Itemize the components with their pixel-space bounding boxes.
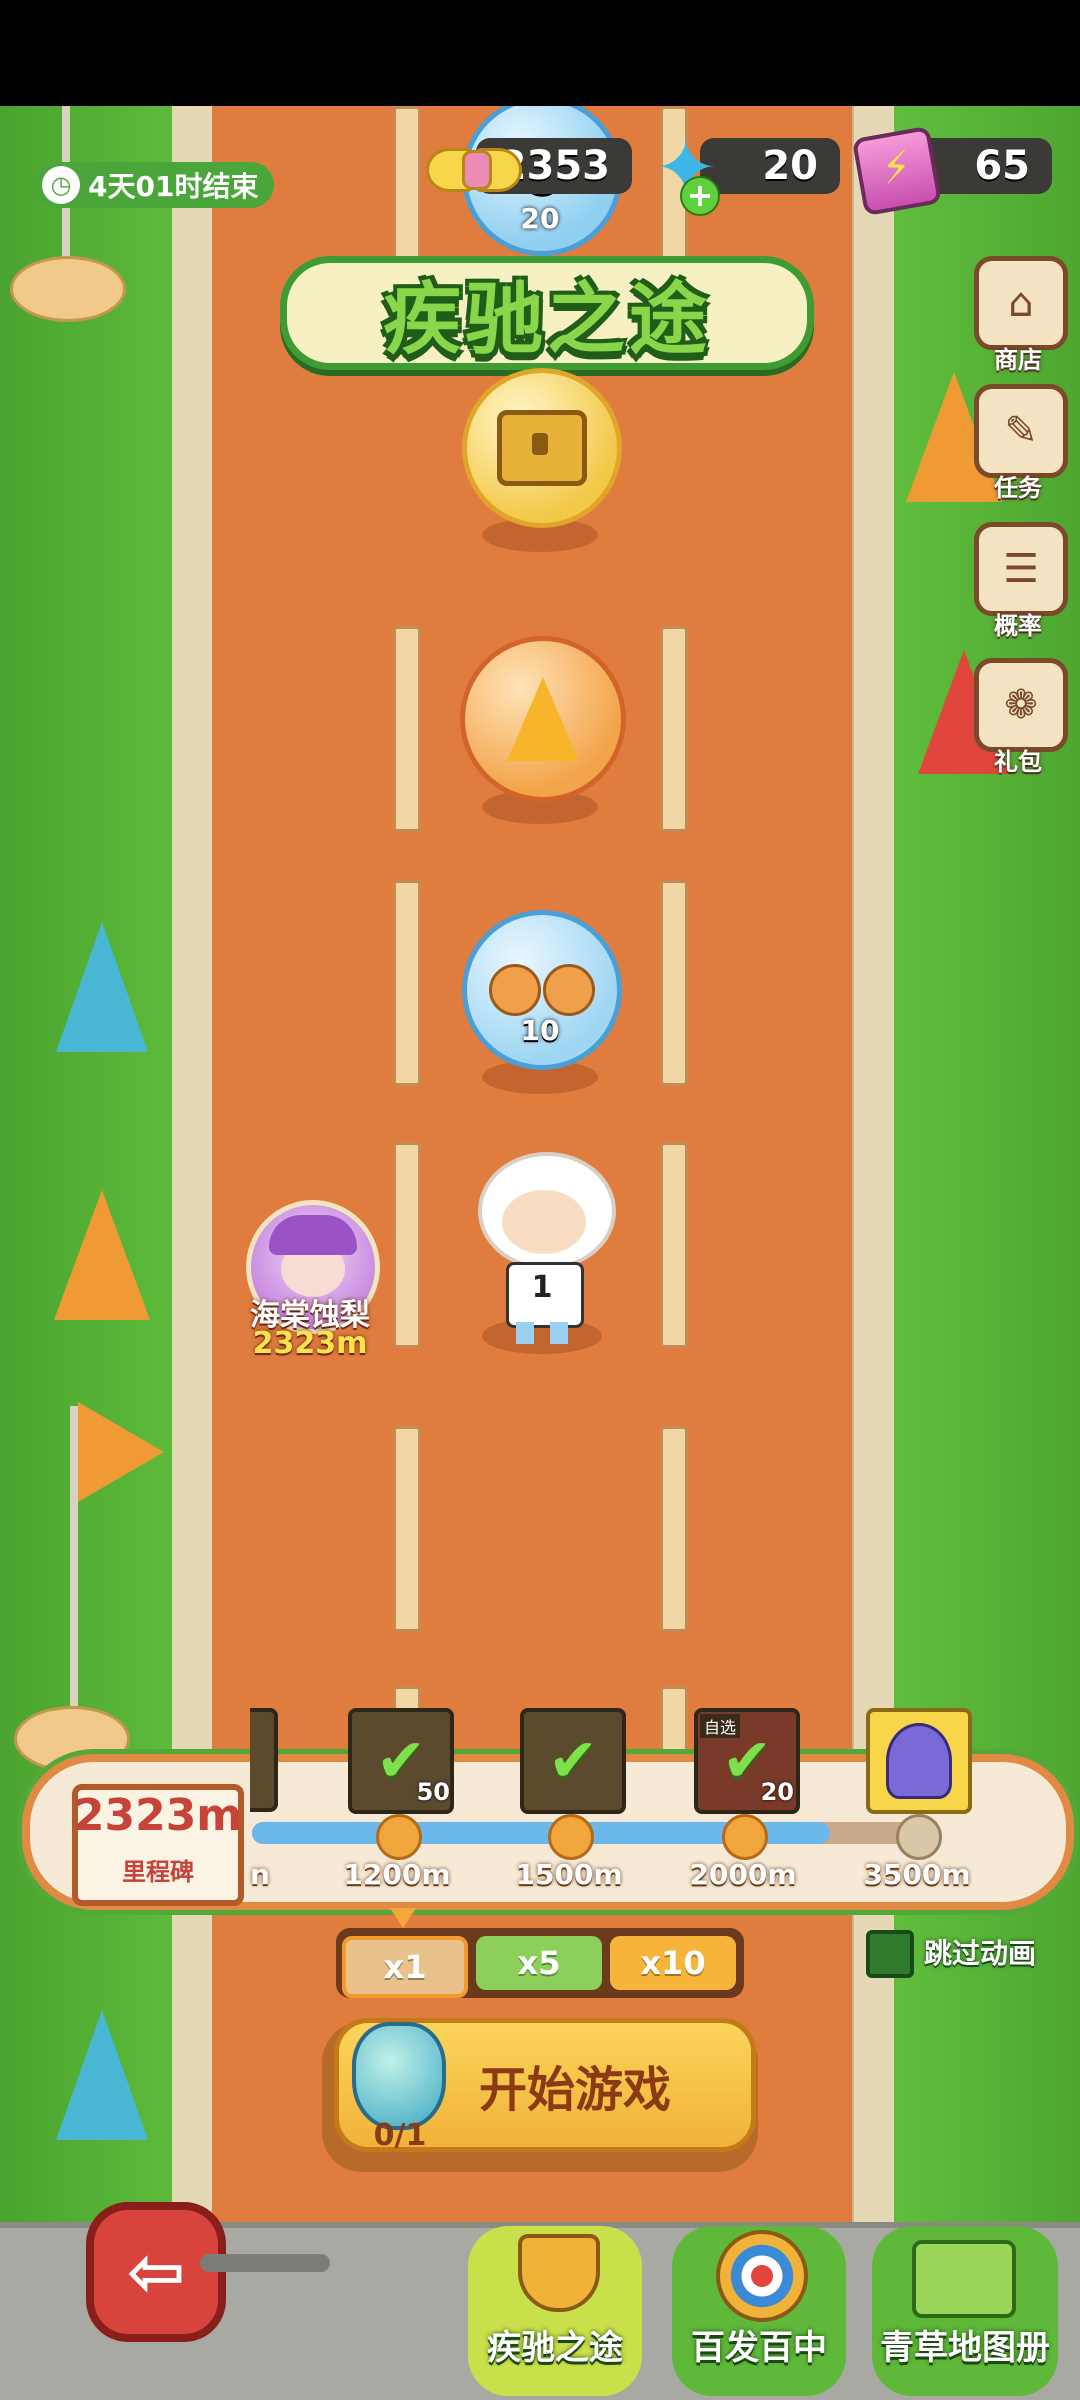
- reward-tag: 自选: [700, 1714, 741, 1738]
- gift-pack-button[interactable]: ❁: [974, 658, 1068, 752]
- milestone-node: [548, 1814, 594, 1860]
- blue-cone: [56, 922, 148, 1052]
- multiplier-label: x5: [517, 1944, 561, 1982]
- curb-left: [172, 106, 216, 2400]
- nav-tab-target[interactable]: [672, 2226, 846, 2396]
- probability-button[interactable]: ☰: [974, 522, 1068, 616]
- lane-dash: [660, 1426, 688, 1632]
- curb-right: [850, 106, 894, 2400]
- event-countdown: ◷ 4天01时结束: [34, 162, 275, 208]
- target-icon: [716, 2230, 808, 2322]
- multiplier-x1-button[interactable]: x1: [342, 1936, 468, 1998]
- player-character: 1: [462, 1146, 622, 1346]
- lane-dash: [660, 626, 688, 832]
- back-button[interactable]: ⇦: [86, 2202, 226, 2342]
- skip-animation-checkbox[interactable]: [866, 1930, 914, 1978]
- flag-base: [10, 256, 126, 322]
- item-count: 20: [520, 202, 560, 235]
- gift-pack-label: 礼包: [994, 748, 1042, 776]
- map-album-icon: [912, 2240, 1016, 2318]
- gold-bow-icon: [426, 142, 522, 192]
- task-icon: ✎: [974, 384, 1068, 478]
- milestone-label: 里程碑: [122, 1858, 194, 1886]
- back-arrow-icon: ⇦: [126, 2231, 186, 2313]
- item-bubble: [460, 636, 626, 802]
- energy-battery-icon: ⚡: [851, 125, 943, 217]
- milestone-node-label: 3500m: [863, 1858, 971, 1891]
- nav-tab-map-album[interactable]: [872, 2226, 1058, 2396]
- treasure-chest-icon: [497, 410, 587, 486]
- probability-icon: ☰: [974, 522, 1068, 616]
- gold-crystal-icon: [507, 677, 579, 761]
- add-crystal-icon[interactable]: +: [680, 176, 720, 216]
- shop-label: 商店: [994, 346, 1042, 374]
- multiplier-label: x1: [383, 1948, 427, 1986]
- nav-tab-map-album-label: 青草地图册: [880, 2328, 1050, 2368]
- milestone-node: [896, 1814, 942, 1860]
- game-scene: ◷ 4天01时结束 🐱 20 2353 20 ✦ + 65 ⚡ 疾驰之途 ⌂ 商…: [0, 106, 1080, 2400]
- crystal-amount: 20: [762, 143, 818, 189]
- status-bar: [0, 0, 1080, 106]
- task-button[interactable]: ✎: [974, 384, 1068, 478]
- skip-animation-label: 跳过动画: [924, 1937, 1037, 1970]
- start-game-label: 开始游戏: [478, 2062, 671, 2118]
- multiplier-x10-button[interactable]: x10: [610, 1936, 736, 1990]
- trophy-icon: [518, 2234, 600, 2312]
- milestone-partial-label: n: [250, 1858, 270, 1891]
- milestone-node: [376, 1814, 422, 1860]
- lane-dash: [393, 880, 421, 1086]
- event-title: 疾驰之途: [382, 275, 711, 365]
- milestone-node-label: 1500m: [515, 1858, 623, 1891]
- multiplier-label: x10: [640, 1944, 706, 1982]
- probability-label: 概率: [994, 612, 1042, 640]
- lane-dash: [660, 880, 688, 1086]
- nav-tab-target-label: 百发百中: [691, 2328, 827, 2368]
- selected-arrow-icon: [390, 1908, 416, 1928]
- lane-dash: [660, 1142, 688, 1348]
- lane-dash: [393, 626, 421, 832]
- energy-amount: 65: [974, 143, 1030, 189]
- lane-dash: [393, 1426, 421, 1632]
- multiplier-x5-button[interactable]: x5: [476, 1936, 602, 1990]
- milestone-reward-3500m[interactable]: [866, 1708, 972, 1814]
- orange-cone: [54, 1190, 150, 1320]
- gift-pack-icon: ❁: [974, 658, 1068, 752]
- player-bib: 1: [531, 1270, 553, 1305]
- ticket-count: 0/1: [373, 2118, 427, 2153]
- item-count: 10: [520, 1014, 560, 1047]
- shop-icon: ⌂: [974, 256, 1068, 350]
- milestone-node: [722, 1814, 768, 1860]
- orange-flag: [78, 1402, 164, 1502]
- nav-tab-racing[interactable]: [468, 2226, 642, 2396]
- shop-button[interactable]: ⌂: [974, 256, 1068, 350]
- back-rail: [200, 2254, 330, 2272]
- nav-tab-racing-label: 疾驰之途: [487, 2328, 623, 2368]
- milestone-node-label: 1200m: [343, 1858, 451, 1891]
- reward-count: 20: [760, 1778, 794, 1806]
- ticket-crystal-icon: [352, 2022, 446, 2130]
- clock-icon: ◷: [42, 166, 80, 204]
- item-bubble: [462, 368, 622, 528]
- rival-distance: 2323m: [252, 1326, 368, 1361]
- reward-count: 50: [416, 1778, 450, 1806]
- milestone-node-label: 2000m: [689, 1858, 797, 1891]
- milestone-reward-1500m[interactable]: ✔: [520, 1708, 626, 1814]
- blue-cone: [56, 2010, 148, 2140]
- countdown-text: 4天01时结束: [88, 170, 259, 203]
- character-reward-icon: [886, 1723, 952, 1799]
- cat-coins-icon: [489, 964, 595, 1016]
- task-label: 任务: [994, 474, 1042, 502]
- check-icon: ✔: [547, 1726, 599, 1796]
- milestone-distance: 2323m: [73, 1790, 243, 1841]
- reward-box-partial: [250, 1708, 278, 1812]
